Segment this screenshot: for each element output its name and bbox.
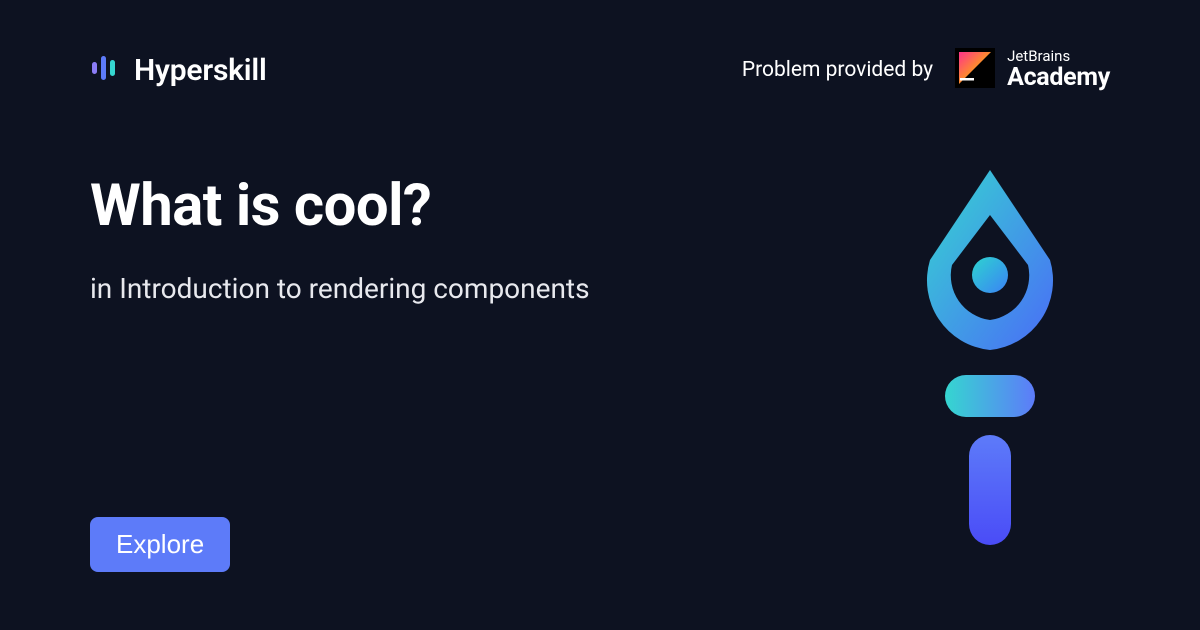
- decoration-icon: [890, 160, 1090, 560]
- academy-text: JetBrains Academy: [1007, 49, 1110, 91]
- academy-line2: Academy: [1007, 65, 1110, 91]
- brand-right: Problem provided by Je: [742, 48, 1110, 92]
- academy-block: JetBrains Academy: [955, 48, 1110, 92]
- explore-button[interactable]: Explore: [90, 517, 230, 572]
- brand-name: Hyperskill: [134, 53, 267, 88]
- brand-left: Hyperskill: [90, 52, 267, 88]
- jetbrains-logo-icon: [955, 48, 995, 92]
- provided-by-label: Problem provided by: [742, 58, 933, 82]
- hyperskill-logo-icon: [90, 52, 122, 88]
- header: Hyperskill Problem provided by: [0, 0, 1200, 92]
